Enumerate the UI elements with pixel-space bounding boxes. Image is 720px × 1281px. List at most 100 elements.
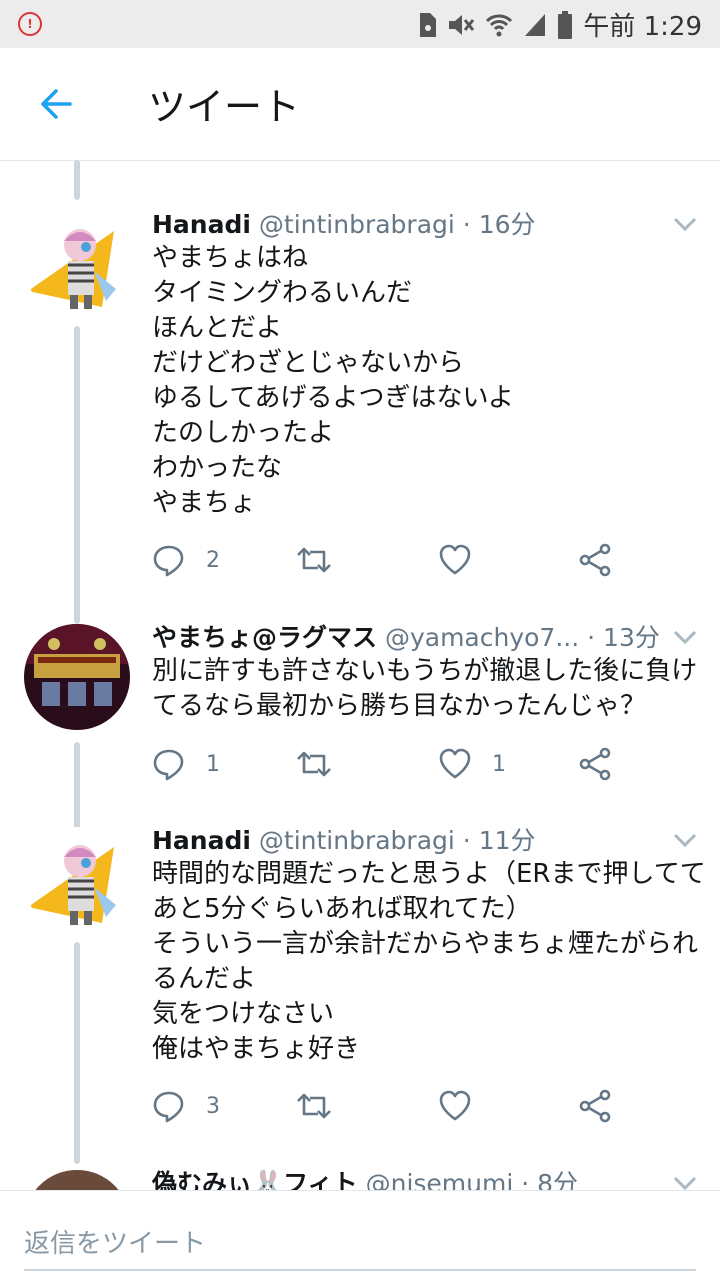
tweet-time: 13分 — [603, 623, 660, 652]
tweet-line: わかったな — [152, 453, 283, 483]
tweet-text: 別に許すも許さないもうちが撤退した後に負け てるなら最初から勝ち目なかったんじゃ… — [152, 654, 697, 724]
tweet-line: あと5分ぐらいあれば取れてた） — [152, 894, 532, 924]
display-name[interactable]: Hanadi — [152, 210, 251, 239]
avatar-image — [24, 211, 130, 317]
wifi-icon — [486, 14, 513, 36]
reply-button[interactable]: 1 — [152, 744, 220, 784]
tweet-header: やまちょ@ラグマス @yamachyo7... · 13分 — [152, 618, 672, 658]
avatar[interactable] — [24, 827, 130, 933]
chevron-down-icon[interactable] — [672, 215, 698, 233]
tweet-line: タイミングわるいんだ — [152, 278, 413, 308]
sim-icon — [420, 12, 437, 37]
retweet-button[interactable] — [295, 540, 333, 580]
avatar[interactable] — [24, 624, 130, 730]
display-name[interactable]: やまちょ@ラグマス — [152, 623, 377, 652]
display-name[interactable]: Hanadi — [152, 826, 251, 855]
tweet-thread[interactable]: Hanadi @tintinbrabragi · 16分 やまちょはね タイミン… — [0, 160, 720, 1190]
separator: · — [587, 623, 596, 652]
tweet-header: 偽むみぃ🐰フィト @nisemumi · 8分 — [152, 1164, 672, 1190]
tweet-time: 16分 — [478, 210, 536, 239]
avatar-image — [24, 827, 130, 933]
reply-icon — [153, 545, 184, 577]
share-icon — [579, 1089, 611, 1123]
separator: · — [462, 826, 471, 855]
chevron-down-icon[interactable] — [672, 628, 698, 646]
like-button[interactable] — [438, 540, 472, 580]
tweet-header: Hanadi @tintinbrabragi · 16分 — [152, 205, 672, 245]
share-button[interactable] — [578, 1086, 612, 1126]
share-button[interactable] — [578, 744, 612, 784]
heart-icon — [439, 748, 471, 779]
page-title: ツイート — [148, 85, 301, 129]
user-handle[interactable]: @tintinbrabragi — [259, 826, 455, 855]
mute-icon — [449, 14, 475, 35]
chevron-down-icon[interactable] — [672, 831, 698, 849]
thread-line — [74, 160, 80, 200]
clock: 午前 1:29 — [583, 12, 702, 42]
avatar[interactable] — [24, 1170, 130, 1190]
status-bar: ! 午前 1:29 — [0, 0, 720, 48]
tweet-actions: 1 1 — [152, 744, 632, 784]
reply-count: 2 — [206, 547, 220, 573]
retweet-button[interactable] — [295, 1086, 333, 1126]
input-underline — [24, 1269, 696, 1271]
reply-bar: 返信をツイート — [0, 1190, 720, 1281]
tweet-line: そういう一言が余計だからやまちょ煙たがられ — [152, 929, 699, 959]
like-button[interactable]: 1 — [438, 744, 506, 784]
thread-line — [74, 942, 80, 1164]
avatar[interactable] — [24, 211, 130, 317]
tweet-text: 時間的な問題だったと思うよ（ERまで押してて あと5分ぐらいあれば取れてた） そ… — [152, 857, 706, 1067]
heart-icon — [439, 1090, 471, 1121]
tweet-line: てるなら最初から勝ち目なかったんじゃ？ — [152, 691, 647, 721]
share-button[interactable] — [578, 540, 612, 580]
avatar-image — [24, 624, 130, 730]
tweet-line: 俺はやまちょ好き — [152, 1034, 361, 1064]
reply-count: 1 — [206, 751, 220, 777]
tweet-line: 気をつけなさい — [152, 999, 335, 1029]
retweet-icon — [297, 1093, 331, 1119]
avatar-image — [24, 1170, 130, 1190]
heart-icon — [439, 544, 471, 575]
user-handle[interactable]: @nisemumi — [366, 1169, 514, 1190]
tweet-line: やまちょはね — [152, 243, 309, 273]
alert-icon: ! — [18, 12, 42, 36]
like-button[interactable] — [438, 1086, 472, 1126]
reply-icon — [153, 749, 184, 781]
share-icon — [579, 747, 611, 781]
share-icon — [579, 543, 611, 577]
tweet-line: やまちょ — [152, 488, 257, 518]
tweet-line: 別に許すも許さないもうちが撤退した後に負け — [152, 656, 698, 686]
user-handle[interactable]: @tintinbrabragi — [259, 210, 455, 239]
tweet-line: ゆるしてあげるよつぎはないよ — [152, 383, 514, 413]
separator: · — [521, 1169, 530, 1190]
thread-line — [74, 326, 80, 624]
back-arrow-icon[interactable] — [38, 86, 74, 122]
display-name[interactable]: 偽むみぃ🐰フィト — [152, 1169, 358, 1190]
app-bar: ツイート — [0, 48, 720, 161]
separator: · — [462, 210, 471, 239]
tweet-line: ほんとだよ — [152, 313, 283, 343]
reply-count: 3 — [206, 1093, 220, 1119]
tweet-header: Hanadi @tintinbrabragi · 11分 — [152, 821, 672, 861]
reply-icon — [153, 1091, 184, 1123]
like-count: 1 — [492, 751, 506, 777]
signal-icon — [525, 13, 546, 36]
user-handle[interactable]: @yamachyo7... — [385, 623, 579, 652]
retweet-button[interactable] — [295, 744, 333, 784]
tweet-time: 11分 — [478, 826, 536, 855]
reply-input[interactable]: 返信をツイート — [24, 1223, 206, 1260]
tweet-time: 8分 — [537, 1169, 579, 1190]
reply-button[interactable]: 3 — [152, 1086, 220, 1126]
tweet-line: たのしかったよ — [152, 418, 335, 448]
battery-icon — [558, 10, 573, 39]
tweet-line: だけどわざとじゃないから — [152, 348, 465, 378]
retweet-icon — [297, 751, 331, 777]
tweet-text: やまちょはね タイミングわるいんだ ほんとだよ だけどわざとじゃないから ゆるし… — [152, 241, 697, 521]
tweet-actions: 3 — [152, 1086, 632, 1126]
tweet-actions: 2 — [152, 540, 632, 580]
retweet-icon — [297, 547, 331, 573]
tweet-line: 時間的な問題だったと思うよ（ERまで押してて — [152, 859, 706, 889]
chevron-down-icon[interactable] — [672, 1174, 698, 1190]
reply-button[interactable]: 2 — [152, 540, 220, 580]
tweet-line: るんだよ — [152, 964, 257, 994]
